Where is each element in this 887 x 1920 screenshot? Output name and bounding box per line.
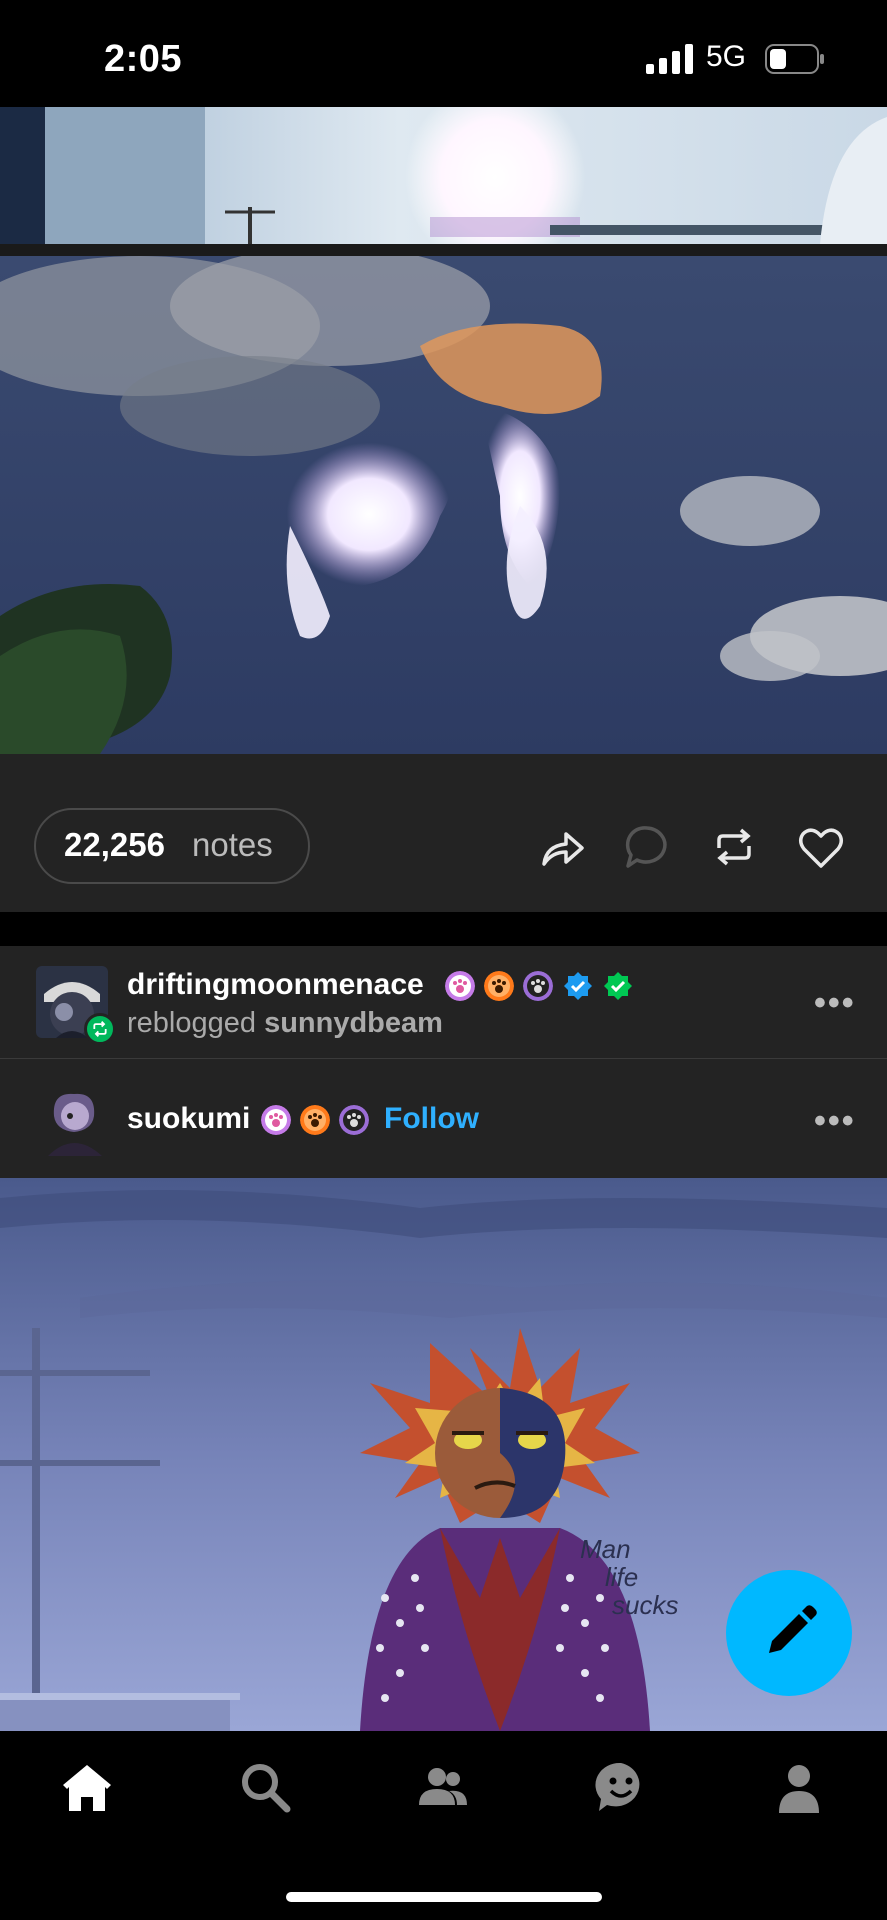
reblogger-username[interactable]: driftingmoonmenace xyxy=(127,968,424,1002)
search-icon[interactable] xyxy=(237,1759,293,1815)
home-indicator[interactable] xyxy=(286,1892,602,1902)
art-caption-line-2: life xyxy=(605,1562,638,1592)
network-type: 5G xyxy=(706,40,747,73)
communities-icon[interactable] xyxy=(415,1759,471,1815)
notes-count: 22,256 xyxy=(64,826,165,863)
post-separator xyxy=(0,912,887,946)
home-icon[interactable] xyxy=(59,1759,115,1815)
notes-label: notes xyxy=(192,826,273,863)
more-options-button[interactable]: ••• xyxy=(814,1102,856,1141)
reblog-badge-icon xyxy=(84,1013,116,1045)
compose-button[interactable] xyxy=(726,1570,852,1696)
status-time: 2:05 xyxy=(104,38,183,80)
reblog-source-username[interactable]: sunnydbeam xyxy=(264,1007,443,1039)
reply-icon[interactable] xyxy=(622,822,672,872)
reblog-icon[interactable] xyxy=(709,822,759,872)
media-divider xyxy=(0,244,887,256)
author-avatar[interactable] xyxy=(44,1086,106,1156)
verified-green-icon xyxy=(604,972,632,1000)
art-caption-line-1: Man xyxy=(580,1534,631,1564)
activity-icon[interactable] xyxy=(593,1759,649,1815)
pencil-icon xyxy=(769,1605,817,1653)
paw-badge-orange-icon xyxy=(300,1105,330,1135)
share-icon[interactable] xyxy=(536,822,586,872)
cellular-signal-icon xyxy=(646,44,693,74)
paw-badge-orange-icon xyxy=(484,971,514,1001)
like-icon[interactable] xyxy=(796,822,846,872)
account-icon[interactable] xyxy=(771,1759,827,1815)
verified-blue-icon xyxy=(564,972,592,1000)
more-options-button[interactable]: ••• xyxy=(814,984,856,1023)
paw-badge-dark-icon xyxy=(523,971,553,1001)
post-video-frame-main[interactable] xyxy=(0,256,887,754)
paw-badge-icon xyxy=(445,971,475,1001)
paw-badge-icon xyxy=(261,1105,291,1135)
follow-button[interactable]: Follow xyxy=(384,1102,479,1136)
paw-badge-dark-icon xyxy=(339,1105,369,1135)
header-divider xyxy=(0,1058,887,1059)
author-username[interactable]: suokumi xyxy=(127,1102,250,1136)
art-caption-line-3: sucks xyxy=(612,1590,678,1620)
reblog-verb: reblogged xyxy=(127,1007,256,1039)
battery-icon xyxy=(765,44,824,74)
post-video-frame-top[interactable] xyxy=(0,107,887,244)
reblog-attribution: reblogged sunnydbeam xyxy=(127,1007,443,1040)
